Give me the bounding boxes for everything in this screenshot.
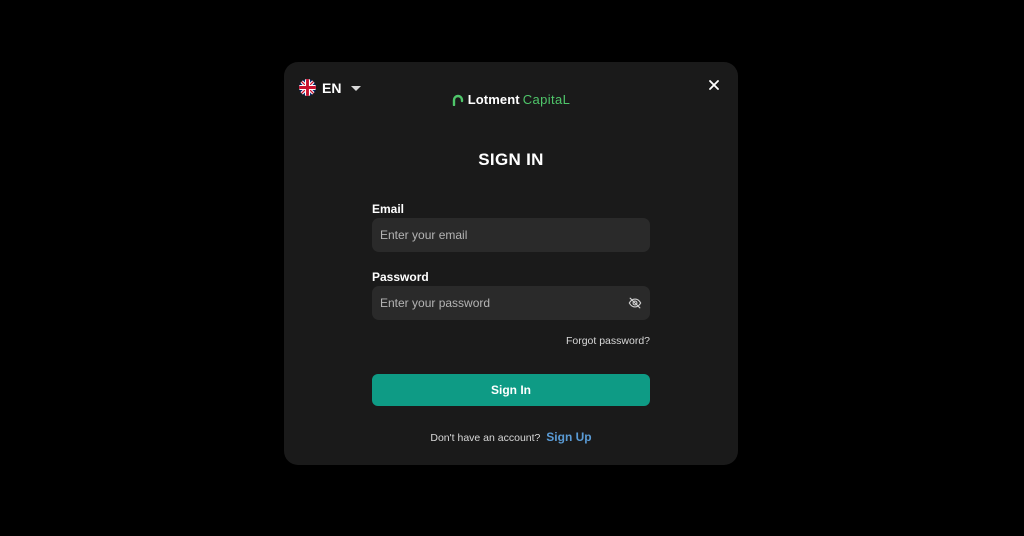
password-field[interactable] bbox=[372, 286, 650, 320]
sign-up-link[interactable]: Sign Up bbox=[546, 430, 591, 444]
forgot-password-link[interactable]: Forgot password? bbox=[372, 335, 650, 348]
no-account-text: Don't have an account? bbox=[430, 432, 541, 444]
caret-down-icon bbox=[351, 85, 362, 91]
brand-name-bold: Lotment bbox=[467, 92, 520, 107]
sign-up-prompt: Don't have an account? Sign Up bbox=[284, 430, 738, 444]
lotment-logo-icon bbox=[452, 94, 463, 106]
sign-in-form: Email Password Forgot password? Sign In bbox=[372, 202, 650, 406]
eye-off-icon[interactable] bbox=[628, 296, 642, 310]
email-field-container bbox=[372, 218, 650, 252]
brand-name-light: CapitaL bbox=[522, 92, 571, 107]
page-title: SIGN IN bbox=[478, 150, 544, 169]
sign-in-button[interactable]: Sign In bbox=[372, 374, 650, 406]
sign-in-modal: EN Lotment CapitaL SIGN IN Email Passwor… bbox=[284, 62, 738, 465]
brand-logo: Lotment CapitaL bbox=[284, 92, 738, 107]
email-field[interactable] bbox=[372, 218, 650, 252]
close-button[interactable] bbox=[706, 77, 722, 93]
password-label: Password bbox=[372, 270, 429, 284]
email-label: Email bbox=[372, 202, 405, 216]
password-field-container bbox=[372, 286, 650, 320]
close-icon bbox=[709, 80, 719, 90]
